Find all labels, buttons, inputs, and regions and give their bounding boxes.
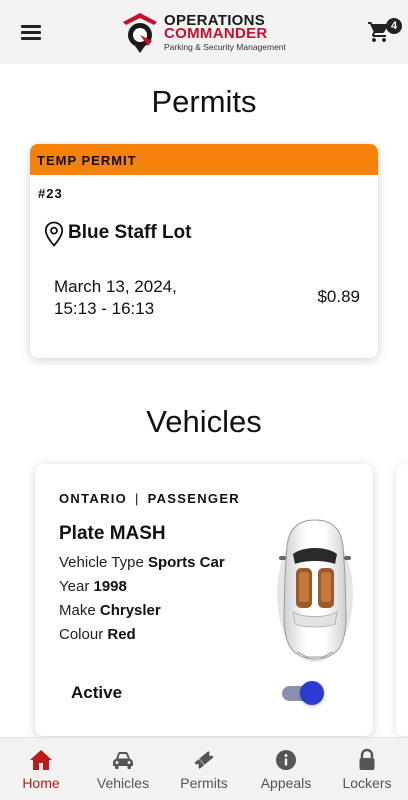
vehicle-category: PASSENGER: [147, 491, 240, 506]
vehicle-colour-label: Colour: [59, 626, 104, 643]
active-toggle[interactable]: [282, 681, 324, 705]
logo-line-2: COMMANDER: [164, 25, 268, 42]
vehicle-type-value: Sports Car: [147, 554, 225, 571]
operations-commander-logo[interactable]: OPERATIONS COMMANDER Parking & Security …: [118, 10, 298, 54]
nav-item-permits[interactable]: Permits: [163, 738, 245, 800]
nav-label-permits: Permits: [180, 775, 228, 791]
logo-mark-icon: [123, 13, 157, 53]
nav-item-lockers[interactable]: Lockers: [326, 738, 408, 800]
app-header: OPERATIONS COMMANDER Parking & Security …: [0, 0, 408, 64]
vehicle-plate: Plate MASH: [59, 523, 166, 545]
nav-label-vehicles: Vehicles: [96, 775, 150, 791]
logo-tagline: Parking & Security Management: [164, 42, 286, 52]
nav-item-appeals[interactable]: Appeals: [245, 738, 327, 800]
vehicle-make-value: Chrysler: [99, 602, 161, 619]
vehicle-province: ONTARIO: [59, 491, 128, 506]
permit-location: Blue Staff Lot: [68, 222, 192, 243]
vehicle-colour-row: Colour Red: [59, 626, 136, 643]
vehicle-make-row: Make Chrysler: [59, 602, 161, 619]
permit-price: $0.89: [317, 287, 360, 306]
car-icon: [113, 752, 133, 769]
next-vehicle-card-edge[interactable]: [396, 464, 408, 736]
permit-date: March 13, 2024,: [54, 277, 177, 296]
vehicle-make-label: Make: [59, 602, 96, 619]
cart-button[interactable]: 4: [366, 18, 402, 46]
permit-number: #23: [38, 186, 63, 201]
vehicle-colour-value: Red: [107, 626, 136, 643]
sports-car-image: [277, 519, 353, 662]
vehicle-registration: ONTARIO | PASSENGER: [59, 491, 240, 506]
info-icon: [276, 750, 296, 770]
vehicle-type-label: Vehicle Type: [59, 554, 144, 571]
nav-label-appeals: Appeals: [260, 775, 312, 791]
vehicle-type-row: Vehicle Type Sports Car: [59, 554, 225, 571]
toggle-knob: [300, 681, 324, 705]
plate-prefix: Plate: [59, 523, 105, 544]
permit-card[interactable]: TEMP PERMIT #23 Blue Staff Lot March 13,…: [30, 144, 378, 358]
nav-item-vehicles[interactable]: Vehicles: [82, 738, 164, 800]
nav-label-home: Home: [22, 775, 60, 791]
vehicle-separator: |: [135, 491, 140, 506]
map-pin-icon: [44, 221, 64, 247]
hamburger-menu-icon[interactable]: [20, 22, 44, 42]
permit-time: 15:13 - 16:13: [54, 299, 155, 318]
vehicles-section-title: Vehicles: [146, 404, 262, 439]
nav-label-lockers: Lockers: [342, 775, 392, 791]
bottom-navigation: Home Vehicles Permits Appeals Lockers: [0, 737, 408, 800]
permit-type-label: TEMP PERMIT: [37, 153, 137, 168]
vehicle-year-row: Year 1998: [59, 578, 127, 595]
lock-icon: [359, 748, 375, 770]
vehicle-year-label: Year: [59, 578, 90, 595]
plate-value: MASH: [109, 523, 166, 544]
ticket-icon: [194, 751, 214, 769]
permits-section-title: Permits: [151, 84, 257, 119]
home-icon: [30, 750, 52, 770]
active-label: Active: [71, 683, 123, 702]
vehicle-year-value: 1998: [93, 578, 127, 595]
vehicle-card[interactable]: ONTARIO | PASSENGER Plate MASH Vehicle T…: [35, 464, 373, 736]
permit-type-band: TEMP PERMIT: [30, 144, 378, 175]
permit-datetime: March 13, 2024, 15:13 - 16:13: [54, 276, 177, 320]
nav-item-home[interactable]: Home: [0, 738, 82, 800]
cart-count-badge: 4: [386, 18, 402, 34]
